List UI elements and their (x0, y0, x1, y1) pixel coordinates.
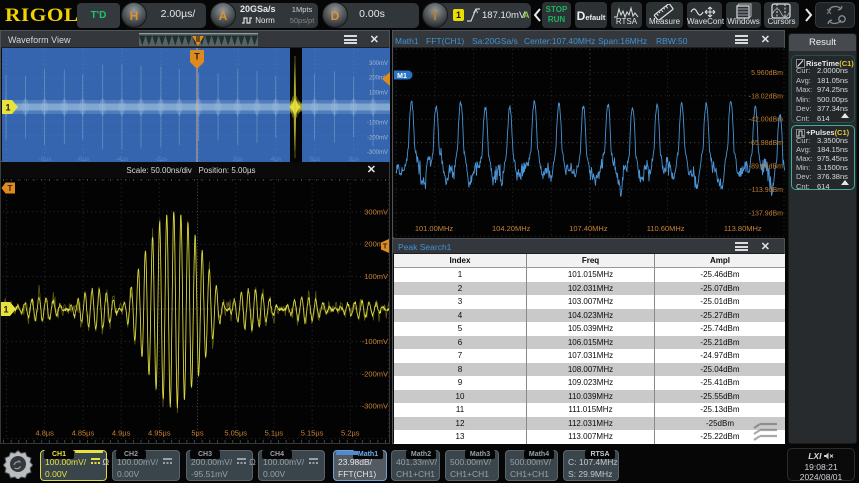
svg-text:-300mV: -300mV (362, 402, 388, 411)
svg-text:-200mV: -200mV (362, 369, 388, 378)
svg-text:5µs: 5µs (191, 429, 203, 438)
svg-text:110.60MHz: 110.60MHz (647, 224, 685, 233)
svg-text:-100mV: -100mV (362, 337, 388, 346)
svg-text:-113.9dBm: -113.9dBm (749, 187, 783, 194)
svg-text:-100mV: -100mV (367, 120, 388, 126)
svg-text:5.960dBm: 5.960dBm (751, 70, 783, 77)
svg-text:300mV: 300mV (369, 61, 388, 67)
svg-text:101.00MHz: 101.00MHz (415, 224, 454, 233)
svg-text:4.9µs: 4.9µs (112, 429, 131, 438)
svg-text:300mV: 300mV (364, 207, 388, 216)
svg-text:4.95µs: 4.95µs (148, 429, 171, 438)
svg-text:4.85µs: 4.85µs (72, 429, 95, 438)
svg-text:113.80MHz: 113.80MHz (724, 224, 762, 233)
svg-text:5.15µs: 5.15µs (301, 429, 324, 438)
svg-text:5.2µs: 5.2µs (341, 429, 360, 438)
svg-text:5.05µs: 5.05µs (224, 429, 247, 438)
svg-text:-300mV: -300mV (367, 150, 388, 156)
svg-text:M1: M1 (397, 73, 407, 80)
svg-text:-89.96dBm: -89.96dBm (749, 164, 783, 171)
svg-text:T: T (8, 184, 13, 193)
svg-text:1: 1 (3, 305, 8, 315)
svg-text:104.20MHz: 104.20MHz (492, 224, 531, 233)
svg-text:-65.98dBm: -65.98dBm (749, 140, 783, 147)
svg-text:100mV: 100mV (369, 91, 388, 97)
svg-text:-18.02dBm: -18.02dBm (749, 93, 783, 100)
svg-text:T: T (383, 244, 388, 251)
svg-text:T: T (194, 52, 200, 62)
svg-text:-137.9dBm: -137.9dBm (749, 210, 783, 217)
svg-text:-200mV: -200mV (367, 135, 388, 141)
svg-text:1: 1 (5, 103, 10, 113)
svg-text:-42.00dBm: -42.00dBm (749, 117, 783, 124)
svg-text:5.1µs: 5.1µs (265, 429, 284, 438)
svg-text:4.8µs: 4.8µs (35, 429, 54, 438)
svg-text:100mV: 100mV (364, 272, 388, 281)
svg-text:107.40MHz: 107.40MHz (569, 224, 608, 233)
